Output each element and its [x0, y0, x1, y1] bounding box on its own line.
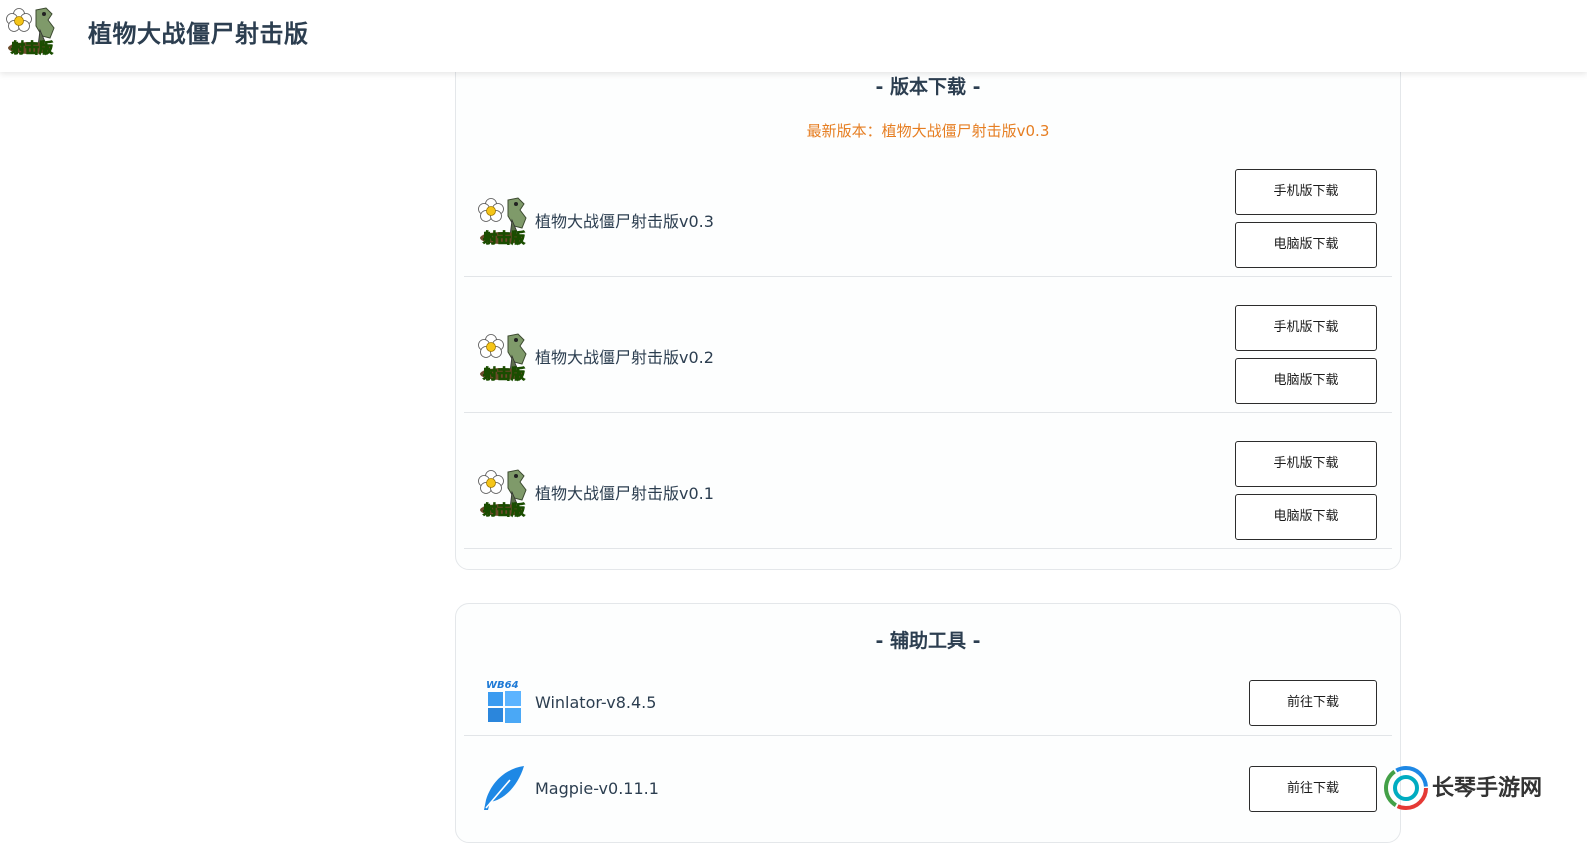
watermark-logo-icon — [1384, 766, 1428, 810]
game-logo-icon[interactable] — [6, 4, 58, 56]
mobile-download-button[interactable]: 手机版下载 — [1235, 305, 1377, 351]
version-name: 植物大战僵尸射击版v0.3 — [535, 212, 714, 231]
game-logo-icon — [478, 466, 530, 518]
pc-download-button[interactable]: 电脑版下载 — [1235, 358, 1377, 404]
site-watermark: 长琴手游网 — [1384, 764, 1584, 810]
mobile-download-button[interactable]: 手机版下载 — [1235, 169, 1377, 215]
site-title[interactable]: 植物大战僵尸射击版 — [88, 14, 309, 49]
version-row: 植物大战僵尸射击版v0.2 手机版下载 电脑版下载 — [464, 277, 1392, 413]
tools-card: - 辅助工具 - WB64 Winlator-v8.4.5 前往下载 Magpi… — [455, 603, 1401, 843]
pc-download-button[interactable]: 电脑版下载 — [1235, 494, 1377, 540]
feather-icon — [484, 766, 524, 810]
mobile-download-button[interactable]: 手机版下载 — [1235, 441, 1377, 487]
tool-row: WB64 Winlator-v8.4.5 前往下载 — [464, 664, 1392, 736]
version-section-title: - 版本下载 - — [875, 76, 981, 98]
site-header: 植物大战僵尸射击版 — [0, 0, 1587, 72]
svg-text:WB64: WB64 — [486, 680, 519, 691]
version-row: 植物大战僵尸射击版v0.3 手机版下载 电脑版下载 — [464, 166, 1392, 277]
game-logo-icon — [478, 194, 530, 246]
winlator-icon: WB64 — [486, 680, 521, 723]
tools-section-title: - 辅助工具 - — [875, 630, 981, 652]
latest-version-text: 最新版本：植物大战僵尸射击版v0.3 — [806, 122, 1050, 140]
version-name: 植物大战僵尸射击版v0.2 — [535, 348, 714, 367]
pc-download-button[interactable]: 电脑版下载 — [1235, 222, 1377, 268]
game-logo-icon — [478, 330, 530, 382]
tool-download-button[interactable]: 前往下载 — [1249, 680, 1377, 726]
version-row: 植物大战僵尸射击版v0.1 手机版下载 电脑版下载 — [464, 413, 1392, 549]
tool-name: Magpie-v0.11.1 — [535, 779, 659, 798]
version-download-card: - 版本下载 - 最新版本：植物大战僵尸射击版v0.3 植物大战僵尸射击版v0.… — [455, 20, 1401, 570]
tool-download-button[interactable]: 前往下载 — [1249, 766, 1377, 812]
watermark-text: 长琴手游网 — [1432, 776, 1543, 801]
version-name: 植物大战僵尸射击版v0.1 — [535, 484, 714, 503]
tool-row: Magpie-v0.11.1 前往下载 — [464, 736, 1392, 836]
tool-name: Winlator-v8.4.5 — [535, 693, 657, 712]
